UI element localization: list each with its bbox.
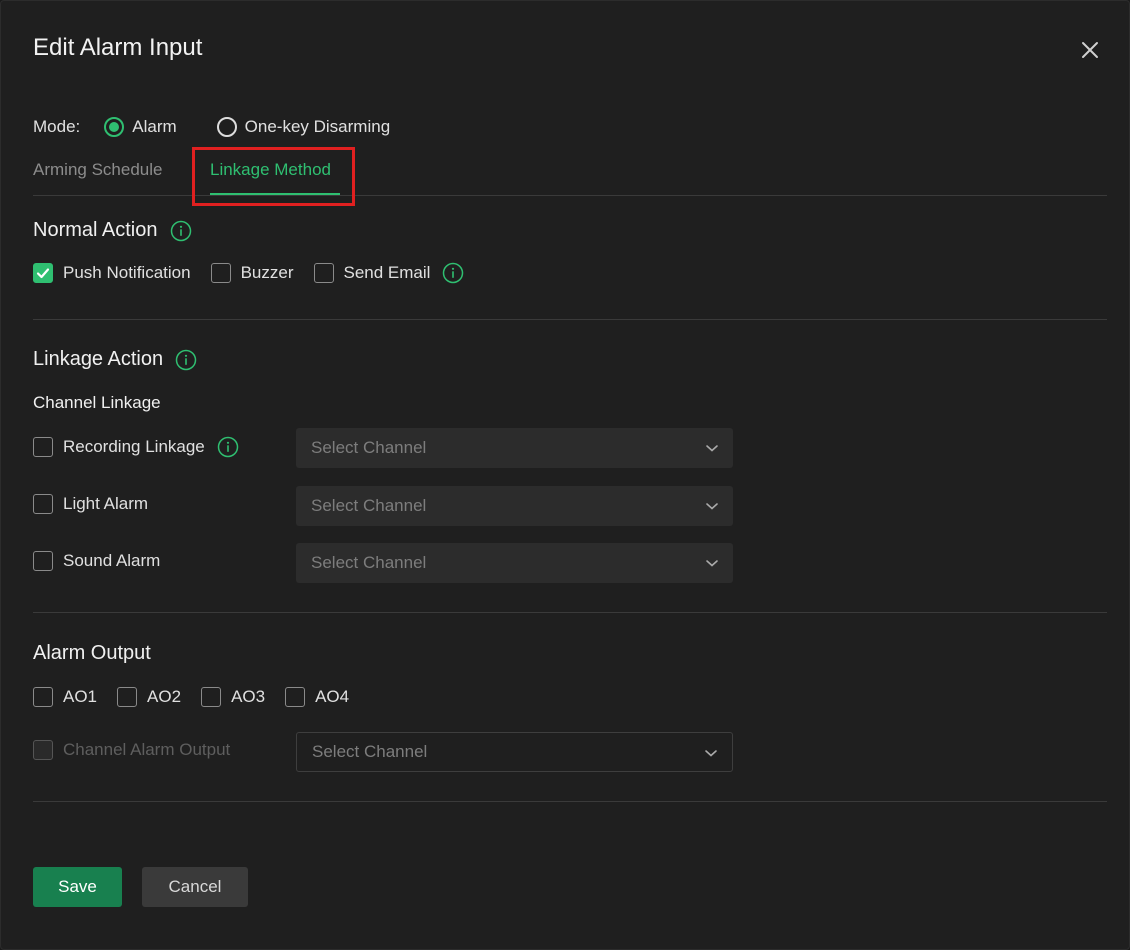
section-title-text: Alarm Output: [33, 642, 151, 664]
info-icon[interactable]: [442, 262, 464, 284]
radio-unselected-icon[interactable]: [216, 117, 237, 137]
dialog-title: Edit Alarm Input: [33, 34, 203, 61]
info-icon[interactable]: [175, 349, 197, 371]
option-label: Sound Alarm: [63, 551, 161, 570]
light-alarm-select[interactable]: Select Channel: [296, 486, 733, 526]
channel-alarm-output-select[interactable]: Select Channel: [296, 732, 733, 772]
select-placeholder: Select Channel: [311, 553, 427, 572]
checkbox[interactable]: [33, 687, 53, 707]
checkbox[interactable]: [313, 263, 334, 283]
option-label: AO2: [147, 687, 182, 706]
option-label: AO1: [63, 687, 98, 706]
channel-linkage-subtitle: Channel Linkage: [33, 393, 161, 412]
channel-alarm-output-row: Channel Alarm Output: [33, 740, 250, 760]
option-label: Recording Linkage: [63, 437, 205, 456]
checkbox-checked[interactable]: [33, 263, 53, 283]
linkage-action-title: Linkage Action: [33, 348, 197, 371]
save-button[interactable]: Save: [33, 867, 122, 907]
divider: [33, 801, 1107, 802]
cancel-button[interactable]: Cancel: [142, 867, 248, 907]
buzzer-option[interactable]: Buzzer: [210, 263, 294, 283]
divider: [33, 319, 1107, 320]
option-label: Buzzer: [240, 263, 294, 282]
close-icon[interactable]: [1075, 35, 1105, 65]
mode-radio-one-key-disarming[interactable]: One-key Disarming: [216, 117, 391, 137]
checkbox[interactable]: [33, 551, 53, 571]
checkbox[interactable]: [33, 494, 53, 514]
alarm-output-title: Alarm Output: [33, 642, 151, 665]
select-placeholder: Select Channel: [312, 742, 428, 761]
radio-selected-icon[interactable]: [104, 117, 125, 137]
push-notification-option[interactable]: Push Notification: [33, 263, 191, 283]
edit-alarm-input-dialog: Edit Alarm Input Mode: Alarm One-key Dis…: [0, 0, 1130, 950]
chevron-down-icon: [705, 750, 717, 757]
mode-row: Mode: Alarm One-key Disarming: [33, 115, 430, 139]
ao4-option[interactable]: AO4: [285, 687, 349, 707]
chevron-down-icon: [706, 560, 718, 567]
sound-alarm-row: Sound Alarm: [33, 551, 180, 571]
section-title-text: Linkage Action: [33, 348, 164, 370]
checkbox[interactable]: [33, 437, 53, 457]
divider: [33, 612, 1107, 613]
normal-action-row: Push Notification Buzzer Send Email: [33, 262, 464, 284]
option-label: Send Email: [343, 263, 431, 282]
normal-action-title: Normal Action: [33, 219, 192, 242]
light-alarm-option[interactable]: Light Alarm: [33, 494, 148, 514]
send-email-option[interactable]: Send Email: [313, 263, 431, 283]
checkbox[interactable]: [117, 687, 138, 707]
alarm-output-row: AO1 AO2 AO3 AO4: [33, 687, 369, 707]
chevron-down-icon: [706, 445, 718, 452]
checkbox-disabled: [33, 740, 53, 760]
recording-linkage-row: Recording Linkage: [33, 436, 239, 458]
tab-arming-schedule[interactable]: Arming Schedule: [33, 160, 162, 180]
mode-option-label: Alarm: [132, 117, 177, 136]
checkbox[interactable]: [201, 687, 222, 707]
option-label: Push Notification: [63, 263, 191, 282]
section-title-text: Normal Action: [33, 219, 158, 241]
chevron-down-icon: [706, 503, 718, 510]
checkbox[interactable]: [210, 263, 231, 283]
info-icon[interactable]: [217, 436, 239, 458]
select-placeholder: Select Channel: [311, 438, 427, 457]
ao1-option[interactable]: AO1: [33, 687, 97, 707]
ao3-option[interactable]: AO3: [201, 687, 265, 707]
select-placeholder: Select Channel: [311, 496, 427, 515]
mode-label: Mode:: [33, 117, 81, 136]
option-label: Channel Alarm Output: [63, 740, 231, 759]
checkbox[interactable]: [285, 687, 306, 707]
mode-radio-alarm[interactable]: Alarm: [104, 117, 177, 137]
option-label: AO4: [315, 687, 350, 706]
channel-alarm-output-option: Channel Alarm Output: [33, 740, 230, 760]
ao2-option[interactable]: AO2: [117, 687, 181, 707]
info-icon[interactable]: [170, 220, 192, 242]
recording-linkage-option[interactable]: Recording Linkage: [33, 437, 205, 457]
sound-alarm-option[interactable]: Sound Alarm: [33, 551, 160, 571]
sound-alarm-select[interactable]: Select Channel: [296, 543, 733, 583]
recording-linkage-select[interactable]: Select Channel: [296, 428, 733, 468]
light-alarm-row: Light Alarm: [33, 494, 168, 514]
mode-option-label: One-key Disarming: [244, 117, 391, 136]
option-label: Light Alarm: [63, 494, 149, 513]
highlight-box: [192, 147, 355, 206]
option-label: AO3: [231, 687, 266, 706]
